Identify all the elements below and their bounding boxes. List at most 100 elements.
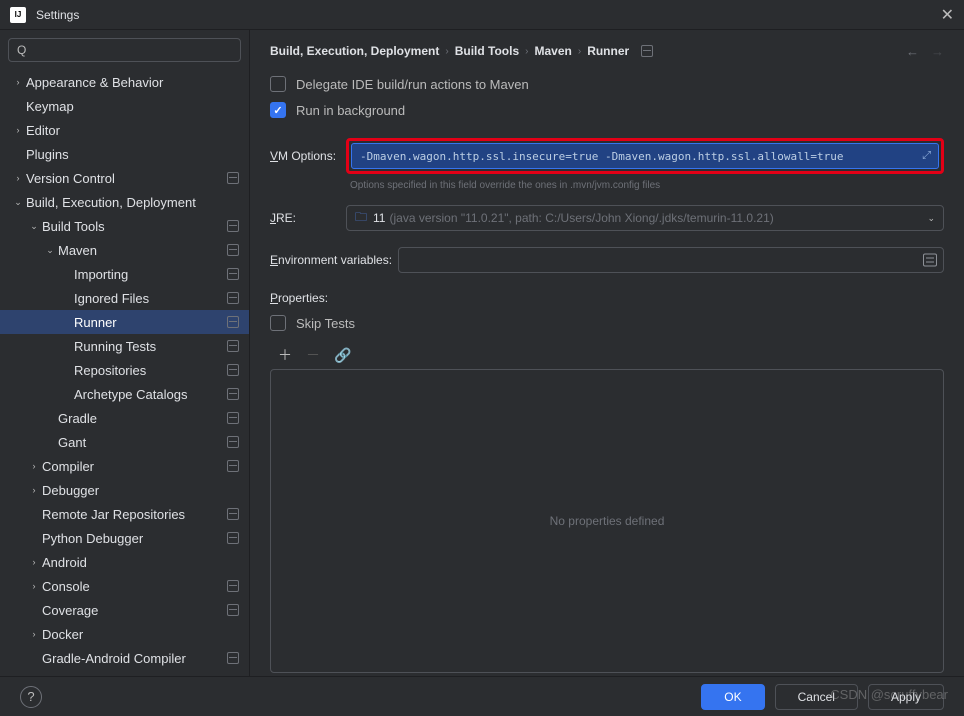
tree-label: Compiler	[42, 459, 227, 474]
modified-icon	[227, 244, 239, 256]
tree-label: Remote Jar Repositories	[42, 507, 227, 522]
folder-icon: 🗀	[355, 208, 367, 229]
search-wrap	[0, 30, 249, 70]
tree-item-gradle-android[interactable]: Gradle-Android Compiler	[0, 646, 249, 670]
tree-label: Importing	[74, 267, 227, 282]
list-icon[interactable]	[923, 254, 937, 267]
close-icon[interactable]: ✕	[941, 5, 954, 25]
tree-item-keymap[interactable]: Keymap	[0, 94, 249, 118]
main-area: ›Appearance & Behavior Keymap ›Editor Pl…	[0, 30, 964, 676]
modified-icon	[227, 580, 239, 592]
tree-item-repositories[interactable]: Repositories	[0, 358, 249, 382]
expand-icon[interactable]: ⤢	[922, 150, 931, 163]
delegate-checkbox[interactable]	[270, 76, 286, 92]
chevron-down-icon: ⌄	[42, 245, 58, 256]
delegate-row: Delegate IDE build/run actions to Maven	[270, 76, 944, 92]
env-label: Environment variables:	[270, 253, 398, 267]
chevron-down-icon: ⌄	[927, 213, 935, 224]
tree-item-compiler[interactable]: ›Compiler	[0, 454, 249, 478]
tree-label: Debugger	[42, 483, 239, 498]
settings-tree[interactable]: ›Appearance & Behavior Keymap ›Editor Pl…	[0, 70, 249, 676]
modified-icon	[227, 436, 239, 448]
run-background-checkbox[interactable]	[270, 102, 286, 118]
tree-label: Runner	[74, 315, 227, 330]
tree-item-remote-jar[interactable]: Remote Jar Repositories	[0, 502, 249, 526]
vm-options-row: VM Options: ⤢	[270, 138, 944, 174]
chevron-right-icon: ›	[26, 581, 42, 591]
tree-item-maven[interactable]: ⌄Maven	[0, 238, 249, 262]
tree-label: Coverage	[42, 603, 227, 618]
sidebar: ›Appearance & Behavior Keymap ›Editor Pl…	[0, 30, 250, 676]
jre-select[interactable]: 🗀 11 (java version "11.0.21", path: C:/U…	[346, 205, 944, 231]
tree-label: Archetype Catalogs	[74, 387, 227, 402]
no-properties-text: No properties defined	[550, 514, 665, 528]
breadcrumb-item[interactable]: Maven	[534, 44, 571, 58]
tree-label: Ignored Files	[74, 291, 227, 306]
back-icon[interactable]: ←	[906, 44, 919, 59]
tree-label: Gradle-Android Compiler	[42, 651, 227, 666]
env-variables-input[interactable]	[398, 247, 944, 273]
chevron-down-icon: ⌄	[10, 197, 26, 208]
tree-label: Console	[42, 579, 227, 594]
properties-label: Properties:	[270, 291, 944, 305]
apply-button[interactable]: Apply	[868, 684, 944, 710]
modified-icon	[227, 340, 239, 352]
tree-label: Docker	[42, 627, 239, 642]
nav-arrows: ← →	[906, 44, 944, 59]
tree-item-python-debugger[interactable]: Python Debugger	[0, 526, 249, 550]
tree-item-editor[interactable]: ›Editor	[0, 118, 249, 142]
titlebar: IJ Settings ✕	[0, 0, 964, 30]
modified-icon	[227, 412, 239, 424]
vm-options-hint: Options specified in this field override…	[350, 180, 944, 191]
tree-label: Python Debugger	[42, 531, 227, 546]
link-icon[interactable]: 🔗	[334, 347, 351, 364]
modified-icon	[227, 652, 239, 664]
footer: ? OK Cancel Apply	[0, 676, 964, 716]
env-row: Environment variables:	[270, 247, 944, 273]
tree-label: Gradle	[58, 411, 227, 426]
tree-label: Editor	[26, 123, 239, 138]
skip-tests-checkbox[interactable]	[270, 315, 286, 331]
tree-item-running-tests[interactable]: Running Tests	[0, 334, 249, 358]
chevron-right-icon: ›	[525, 46, 528, 57]
tree-item-importing[interactable]: Importing	[0, 262, 249, 286]
tree-item-plugins[interactable]: Plugins	[0, 142, 249, 166]
modified-icon	[227, 292, 239, 304]
breadcrumb-item[interactable]: Build, Execution, Deployment	[270, 44, 439, 58]
properties-list[interactable]: No properties defined	[270, 369, 944, 673]
tree-item-appearance[interactable]: ›Appearance & Behavior	[0, 70, 249, 94]
modified-icon	[227, 508, 239, 520]
remove-icon[interactable]: －	[306, 345, 320, 365]
vm-options-input[interactable]	[351, 143, 939, 169]
jre-detail: (java version "11.0.21", path: C:/Users/…	[389, 211, 773, 225]
forward-icon[interactable]: →	[931, 44, 944, 59]
tree-item-android[interactable]: ›Android	[0, 550, 249, 574]
modified-icon	[227, 532, 239, 544]
chevron-right-icon: ›	[445, 46, 448, 57]
tree-item-debugger[interactable]: ›Debugger	[0, 478, 249, 502]
add-icon[interactable]: ＋	[278, 345, 292, 365]
breadcrumb-item[interactable]: Build Tools	[455, 44, 519, 58]
tree-label: Android	[42, 555, 239, 570]
tree-item-bed[interactable]: ⌄Build, Execution, Deployment	[0, 190, 249, 214]
tree-item-version-control[interactable]: ›Version Control	[0, 166, 249, 190]
help-icon[interactable]: ?	[20, 686, 42, 708]
search-input[interactable]	[8, 38, 241, 62]
tree-label: Build Tools	[42, 219, 227, 234]
ok-button[interactable]: OK	[701, 684, 764, 710]
tree-item-docker[interactable]: ›Docker	[0, 622, 249, 646]
tree-item-gant[interactable]: Gant	[0, 430, 249, 454]
run-bg-row: Run in background	[270, 102, 944, 118]
breadcrumb-item: Runner	[587, 44, 629, 58]
tree-item-runner[interactable]: Runner	[0, 310, 249, 334]
jre-version: 11	[373, 211, 385, 225]
tree-item-build-tools[interactable]: ⌄Build Tools	[0, 214, 249, 238]
tree-item-archetype[interactable]: Archetype Catalogs	[0, 382, 249, 406]
cancel-button[interactable]: Cancel	[775, 684, 858, 710]
modified-icon	[641, 45, 653, 57]
tree-item-ignored[interactable]: Ignored Files	[0, 286, 249, 310]
tree-item-coverage[interactable]: Coverage	[0, 598, 249, 622]
tree-item-gradle[interactable]: Gradle	[0, 406, 249, 430]
tree-item-console[interactable]: ›Console	[0, 574, 249, 598]
tree-label: Version Control	[26, 171, 227, 186]
